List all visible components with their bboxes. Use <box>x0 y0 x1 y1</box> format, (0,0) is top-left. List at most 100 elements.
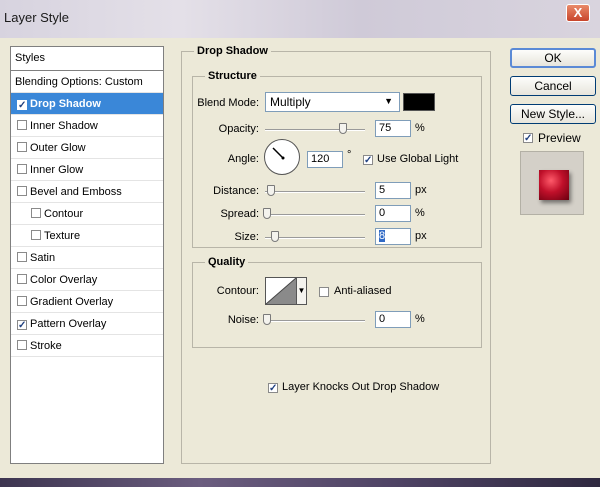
style-item-inner-glow[interactable]: Inner Glow <box>11 159 163 181</box>
background-desktop-strip <box>0 478 600 487</box>
style-item-inner-shadow[interactable]: Inner Shadow <box>11 115 163 137</box>
noise-slider-thumb[interactable] <box>263 314 271 325</box>
quality-group: Quality Contour: ▼ Anti-aliased Noise: 0… <box>192 256 482 348</box>
chevron-down-icon: ▼ <box>297 286 306 295</box>
size-input-value: 8 <box>379 230 386 242</box>
contour-curve-icon <box>265 277 297 305</box>
noise-unit: % <box>415 313 425 325</box>
angle-input[interactable]: 120 <box>307 151 343 168</box>
distance-unit: px <box>415 184 427 196</box>
noise-input[interactable]: 0 <box>375 311 411 328</box>
style-item-contour[interactable]: Contour <box>11 203 163 225</box>
spread-slider-track[interactable] <box>265 214 365 216</box>
style-item-color-overlay[interactable]: Color Overlay <box>11 269 163 291</box>
style-item-label: Drop Shadow <box>30 98 101 110</box>
shadow-color-swatch[interactable] <box>403 93 435 111</box>
style-item-satin[interactable]: Satin <box>11 247 163 269</box>
contour-label: Contour: <box>216 285 259 297</box>
anti-aliased-label: Anti-aliased <box>334 285 392 297</box>
preview-checkbox[interactable]: ✓ <box>523 133 533 144</box>
blend-mode-select[interactable]: Multiply ▼ <box>265 92 400 112</box>
anti-aliased-checkbox[interactable] <box>319 287 329 297</box>
angle-dial-needle-icon <box>272 147 285 160</box>
opacity-slider-track[interactable] <box>265 129 365 131</box>
style-checkbox[interactable] <box>17 340 27 350</box>
drop-shadow-group: Drop Shadow Structure Blend Mode: Multip… <box>181 45 491 464</box>
blend-mode-label: Blend Mode: <box>197 97 259 109</box>
distance-input[interactable]: 5 <box>375 182 411 199</box>
new-style-button[interactable]: New Style... <box>510 104 596 124</box>
blend-mode-value: Multiply <box>270 95 311 109</box>
style-item-label: Gradient Overlay <box>30 296 114 308</box>
spread-unit: % <box>415 207 425 219</box>
use-global-light-checkbox[interactable]: ✓ <box>363 155 373 166</box>
distance-slider-thumb[interactable] <box>267 185 275 196</box>
distance-label: Distance: <box>213 185 259 197</box>
window-title: Layer Style <box>4 10 70 25</box>
style-checkbox[interactable] <box>17 296 27 306</box>
style-item-label: Blending Options: Custom <box>15 76 143 88</box>
spread-slider-thumb[interactable] <box>263 208 271 219</box>
style-item-label: Outer Glow <box>30 142 86 154</box>
style-checkbox[interactable] <box>17 186 27 196</box>
style-item-outer-glow[interactable]: Outer Glow <box>11 137 163 159</box>
style-checkbox[interactable]: ✓ <box>17 320 27 331</box>
style-item-label: Inner Shadow <box>30 120 98 132</box>
dialog-body: Styles Blending Options: Custom ✓ Drop Sha… <box>0 38 600 478</box>
styles-list-header: Styles <box>11 47 163 71</box>
style-item-label: Satin <box>30 252 56 264</box>
style-item-blending-options-custom[interactable]: Blending Options: Custom <box>11 71 163 93</box>
contour-picker[interactable] <box>265 277 297 305</box>
style-item-texture[interactable]: Texture <box>11 225 163 247</box>
noise-slider-track[interactable] <box>265 320 365 322</box>
style-item-drop-shadow[interactable]: ✓ Drop Shadow <box>11 93 163 115</box>
cancel-button[interactable]: Cancel <box>510 76 596 96</box>
opacity-unit: % <box>415 122 425 134</box>
style-item-label: Inner Glow <box>30 164 84 176</box>
chevron-down-icon: ▼ <box>384 96 393 106</box>
style-checkbox[interactable] <box>31 230 41 240</box>
close-button[interactable]: X <box>566 4 590 22</box>
style-item-pattern-overlay[interactable]: ✓ Pattern Overlay <box>11 313 163 335</box>
spread-input[interactable]: 0 <box>375 205 411 222</box>
style-item-gradient-overlay[interactable]: Gradient Overlay <box>11 291 163 313</box>
knockout-checkbox[interactable]: ✓ <box>268 383 278 394</box>
style-checkbox[interactable]: ✓ <box>17 100 27 111</box>
close-icon: X <box>573 5 583 20</box>
preview-swatch <box>539 170 569 200</box>
style-checkbox[interactable] <box>17 120 27 130</box>
size-slider-track[interactable] <box>265 237 365 239</box>
style-checkbox[interactable] <box>17 142 27 152</box>
style-checkbox[interactable] <box>17 252 27 262</box>
opacity-input[interactable]: 75 <box>375 120 411 137</box>
style-item-stroke[interactable]: Stroke <box>11 335 163 357</box>
size-input[interactable]: 8 <box>375 228 411 245</box>
style-item-label: Bevel and Emboss <box>30 186 122 198</box>
knockout-label: Layer Knocks Out Drop Shadow <box>282 381 440 393</box>
style-checkbox[interactable] <box>31 208 41 218</box>
angle-label: Angle: <box>227 153 259 165</box>
preview-label: Preview <box>538 131 581 145</box>
opacity-slider-thumb[interactable] <box>339 123 347 134</box>
size-unit: px <box>415 230 427 242</box>
style-item-label: Stroke <box>30 340 62 352</box>
contour-dropdown-arrow[interactable]: ▼ <box>297 277 307 305</box>
title-bar: Layer Style X <box>0 0 600 38</box>
noise-label: Noise: <box>227 314 259 326</box>
structure-group: Structure Blend Mode: Multiply ▼ Opacity… <box>192 70 482 248</box>
style-item-bevel-and-emboss[interactable]: Bevel and Emboss <box>11 181 163 203</box>
distance-slider-track[interactable] <box>265 191 365 193</box>
styles-list: Styles Blending Options: Custom ✓ Drop Sha… <box>10 46 164 464</box>
size-slider-thumb[interactable] <box>271 231 279 242</box>
style-item-label: Pattern Overlay <box>30 318 107 330</box>
ok-button[interactable]: OK <box>510 48 596 68</box>
use-global-light-label: Use Global Light <box>377 153 459 165</box>
spread-label: Spread: <box>220 208 259 220</box>
drop-shadow-title: Drop Shadow <box>194 45 271 57</box>
style-checkbox[interactable] <box>17 164 27 174</box>
preview-thumbnail <box>520 151 584 215</box>
angle-dial[interactable] <box>264 139 300 175</box>
style-item-label: Contour <box>44 208 84 220</box>
style-checkbox[interactable] <box>17 274 27 284</box>
size-label: Size: <box>234 231 259 243</box>
